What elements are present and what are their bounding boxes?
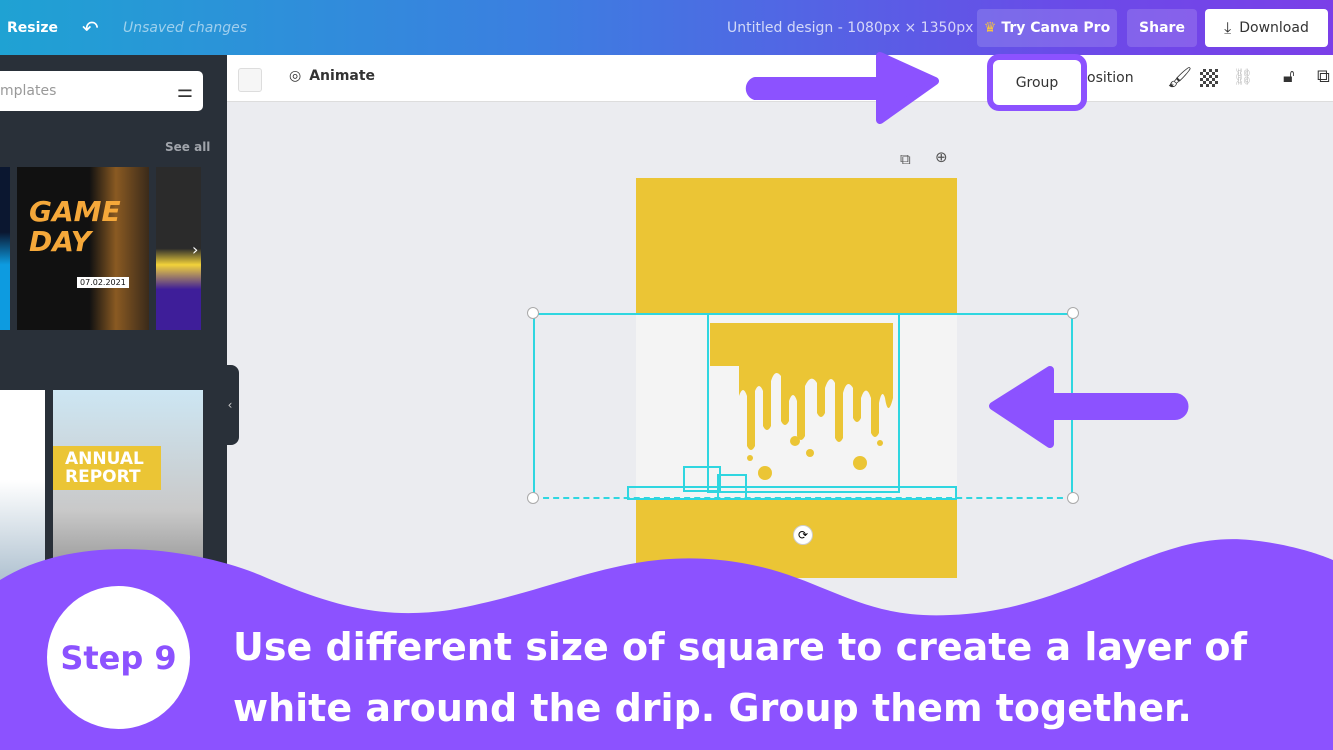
try-pro-label: Try Canva Pro xyxy=(1001,20,1111,36)
animate-icon: ◎ xyxy=(289,68,302,84)
share-button[interactable]: Share xyxy=(1127,9,1197,47)
add-page-icon[interactable]: ⊕ xyxy=(935,148,948,166)
unsaved-status: Unsaved changes xyxy=(123,19,248,36)
download-button[interactable]: ⤓ Download xyxy=(1205,9,1328,47)
template-thumbnail[interactable] xyxy=(0,167,10,330)
arrow-left-annotation xyxy=(989,366,1189,448)
chevron-right-icon[interactable]: › xyxy=(192,240,198,259)
resize-handle[interactable] xyxy=(1067,307,1079,319)
resize-handle[interactable] xyxy=(527,307,539,319)
template-date: 07.02.2021 xyxy=(77,277,129,288)
duplicate-page-icon[interactable]: ⧉ xyxy=(900,150,911,168)
crown-icon: ♛ xyxy=(983,20,997,36)
step-badge: Step 9 xyxy=(47,586,190,729)
lock-icon[interactable]: 🔓︎ xyxy=(1283,66,1295,87)
duplicate-icon[interactable]: ⧉ xyxy=(1317,66,1330,87)
link-icon[interactable]: ⛓ xyxy=(1233,67,1253,86)
search-placeholder: mplates xyxy=(0,83,57,99)
see-all-link[interactable]: See all xyxy=(165,140,210,154)
template-search-input[interactable]: mplates ⚌ xyxy=(0,71,203,111)
caption-text: Use different size of square to create a… xyxy=(233,617,1247,739)
selected-square xyxy=(707,313,900,493)
resize-handle[interactable] xyxy=(1067,492,1079,504)
caption-line: Use different size of square to create a… xyxy=(233,625,1247,669)
template-title: ANNUAL REPORT xyxy=(53,446,161,490)
resize-handle[interactable] xyxy=(527,492,539,504)
template-title: GAME DAY xyxy=(29,195,121,258)
transparency-icon[interactable] xyxy=(1200,69,1218,87)
design-title[interactable]: Untitled design - 1080px × 1350px xyxy=(727,0,973,55)
selected-square xyxy=(627,486,957,500)
filter-icon[interactable]: ⚌ xyxy=(177,81,193,102)
resize-button[interactable]: Resize xyxy=(7,0,58,55)
caption-line: white around the drip. Group them togeth… xyxy=(233,686,1192,730)
undo-icon[interactable]: ↶ xyxy=(82,0,99,55)
download-label: Download xyxy=(1239,20,1309,36)
try-canva-pro-button[interactable]: ♛ Try Canva Pro xyxy=(977,9,1117,47)
template-thumbnail-game-day[interactable]: GAME DAY 07.02.2021 xyxy=(17,167,149,330)
download-icon: ⤓ xyxy=(1224,18,1232,37)
selected-square xyxy=(683,466,721,492)
position-button[interactable]: osition xyxy=(1087,70,1134,86)
animate-label: Animate xyxy=(309,68,376,84)
top-bar: Resize ↶ Unsaved changes Untitled design… xyxy=(0,0,1333,55)
selected-square xyxy=(717,474,747,500)
paint-roller-icon[interactable]: 🖌 xyxy=(1167,65,1192,89)
animate-button[interactable]: ◎ Animate xyxy=(289,68,375,84)
color-swatch[interactable] xyxy=(238,68,262,92)
